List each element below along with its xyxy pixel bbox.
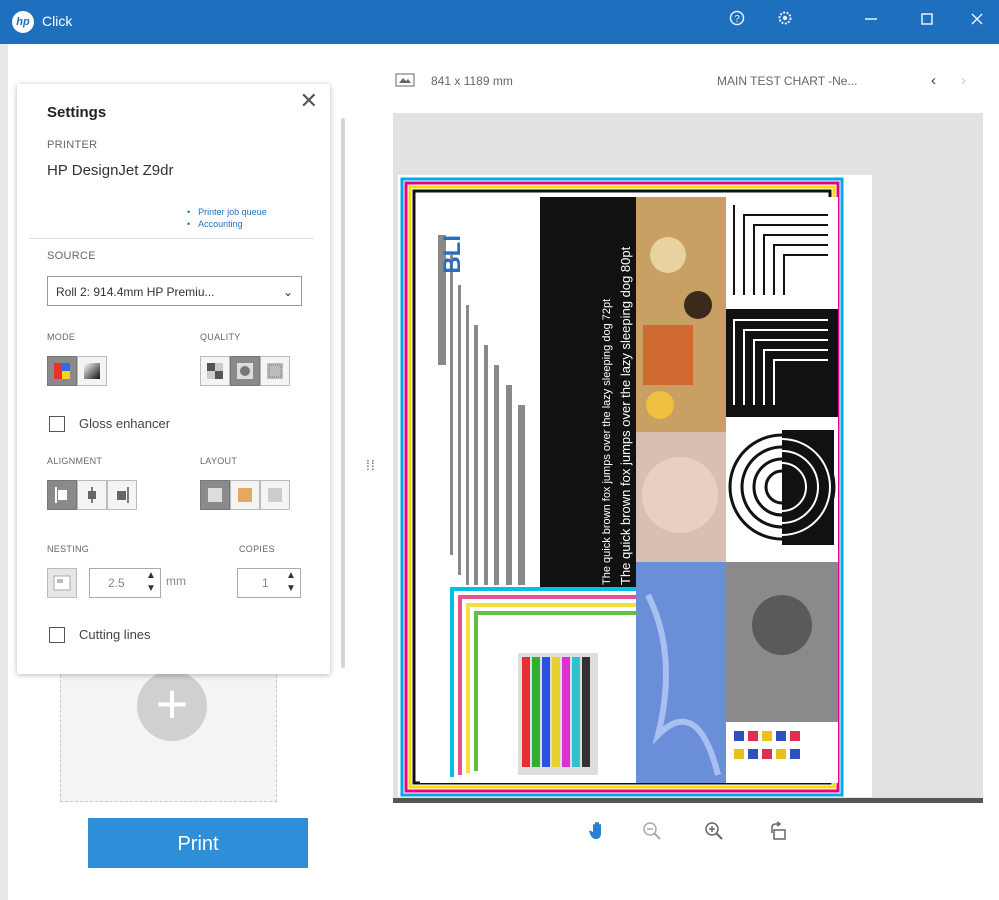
quality-label: QUALITY (200, 332, 241, 342)
accounting-link[interactable]: Accounting (187, 218, 267, 230)
cutting-lines-label: Cutting lines (79, 627, 151, 642)
printer-links: Printer job queue Accounting (187, 206, 267, 230)
window-left-border (0, 44, 8, 900)
copies-label: COPIES (239, 544, 275, 554)
grayscale-mode-button[interactable] (77, 356, 107, 386)
minimize-icon[interactable] (856, 8, 886, 36)
title-bar: hp Click ? (0, 0, 999, 44)
gloss-enhancer-checkbox[interactable] (49, 416, 65, 432)
alignment-label: ALIGNMENT (47, 456, 103, 466)
test-chart-image: BLI The quick brown fox jumps over the l… (400, 177, 844, 797)
printer-label: PRINTER (47, 139, 98, 151)
align-left-button[interactable] (47, 480, 77, 510)
close-settings-icon[interactable]: ✕ (300, 88, 318, 114)
nesting-unit: mm (166, 574, 186, 588)
nesting-value: 2.5 (108, 576, 125, 590)
help-icon[interactable]: ? (722, 8, 752, 36)
align-right-button[interactable] (107, 480, 137, 510)
preview-bottom-edge (393, 798, 983, 803)
nesting-input[interactable]: 2.5 ▲ ▼ (89, 568, 161, 598)
source-label: SOURCE (47, 250, 96, 262)
align-center-button[interactable] (77, 480, 107, 510)
add-page-button[interactable]: + (137, 671, 207, 741)
cutting-lines-checkbox[interactable] (49, 627, 65, 643)
page-size-icon (395, 73, 415, 87)
copies-value: 1 (262, 576, 269, 590)
test-chart-preview: BLI The quick brown fox jumps over the l… (398, 175, 872, 797)
copies-stepper[interactable]: ▲ ▼ (282, 569, 300, 597)
printer-name: HP DesignJet Z9dr (47, 162, 174, 179)
settings-title: Settings (47, 104, 107, 121)
resize-handle-icon[interactable]: ⁞⁞ (366, 458, 376, 472)
maximize-icon[interactable] (912, 8, 942, 36)
hp-logo-icon: hp (12, 11, 34, 33)
printer-job-queue-link[interactable]: Printer job queue (187, 206, 267, 218)
source-select[interactable]: Roll 2: 914.4mm HP Premiu... ⌄ (47, 276, 302, 306)
next-page-icon[interactable]: › (961, 72, 966, 89)
quality-fast-button[interactable] (200, 356, 230, 386)
color-mode-button[interactable] (47, 356, 77, 386)
close-window-icon[interactable] (962, 8, 992, 36)
layout-single-button[interactable] (200, 480, 230, 510)
previous-page-icon[interactable]: ‹ (931, 72, 936, 89)
left-scrollbar[interactable] (341, 118, 345, 668)
layout-image-button[interactable] (230, 480, 260, 510)
quality-normal-button[interactable] (230, 356, 260, 386)
nesting-stepper[interactable]: ▲ ▼ (142, 569, 160, 597)
mode-label: MODE (47, 332, 76, 342)
zoom-out-icon[interactable] (634, 818, 670, 854)
preview-header: 841 x 1189 mm MAIN TEST CHART -Ne... ‹ › (395, 70, 980, 94)
pan-hand-icon[interactable] (580, 818, 616, 854)
chart-logo: BLI (439, 235, 466, 274)
app-title: Click (42, 13, 73, 29)
page-placeholder: + (60, 660, 277, 802)
source-value: Roll 2: 914.4mm HP Premiu... (56, 285, 215, 299)
nesting-label: NESTING (47, 544, 90, 554)
rotate-icon[interactable] (760, 818, 796, 854)
copies-input[interactable]: 1 ▲ ▼ (237, 568, 301, 598)
layout-label: LAYOUT (200, 456, 238, 466)
svg-text:?: ? (734, 14, 740, 25)
page-dimensions: 841 x 1189 mm (431, 74, 513, 88)
settings-panel: ✕ Settings PRINTER HP DesignJet Z9dr Pri… (17, 84, 330, 674)
divider (29, 238, 314, 239)
chart-text-72pt: The quick brown fox jumps over the lazy … (601, 299, 613, 585)
settings-icon[interactable] (770, 8, 800, 36)
zoom-in-icon[interactable] (696, 818, 732, 854)
chart-text-80pt: The quick brown fox jumps over the lazy … (618, 246, 633, 585)
gloss-enhancer-label: Gloss enhancer (79, 416, 171, 431)
print-button[interactable]: Print (88, 818, 308, 868)
document-title: MAIN TEST CHART -Ne... (717, 74, 858, 88)
chevron-down-icon: ⌄ (282, 285, 293, 299)
nesting-toggle-icon[interactable] (47, 568, 77, 598)
layout-blank-button[interactable] (260, 480, 290, 510)
quality-best-button[interactable] (260, 356, 290, 386)
zoom-toolbar (580, 818, 786, 854)
